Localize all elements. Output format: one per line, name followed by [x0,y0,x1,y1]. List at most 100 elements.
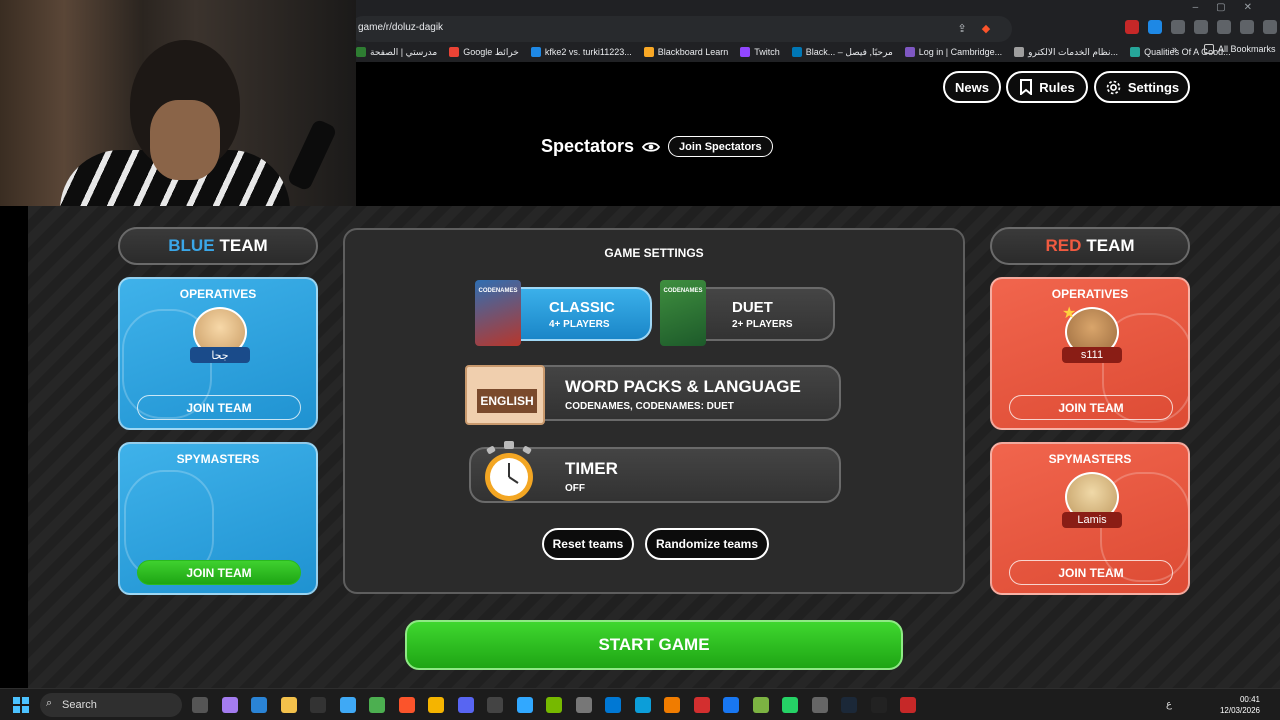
brave-icon[interactable] [398,697,415,713]
obs-icon[interactable] [487,697,503,713]
facebook-icon[interactable] [723,697,739,713]
bookmark-favicon-icon [791,47,802,57]
start-game-button[interactable]: START GAME [405,620,903,670]
bookmark-item[interactable]: kfke2 vs. turki11223... [530,47,632,57]
rules-button[interactable]: Rules [1006,71,1088,103]
acrobat-icon[interactable] [693,697,710,713]
download-icon[interactable] [1194,20,1208,34]
star-icon: ★ [1062,305,1077,322]
blue-team-color-word: BLUE [168,236,215,255]
rockstar-icon[interactable] [428,697,444,713]
bookmark-item[interactable]: نظام الخدمات الالكترو... [1014,47,1118,58]
clock-date: 12/03/2026 [1219,706,1260,715]
bookmark-label: Black... – مرحبًا, فيصل [805,46,893,57]
bookmark-favicon-icon [449,47,460,57]
extension-icon[interactable] [1125,20,1139,34]
webcam-overlay [0,0,356,206]
address-bar[interactable]: game/r/doluz-dagik ⇪ ◆ [350,16,1012,42]
bookmark-item[interactable]: Blackboard Learn [643,47,728,57]
red-team-header: RED TEAM [990,227,1190,265]
eye-icon [642,141,661,152]
red-spymasters-title: SPYMASTERS [1048,452,1132,466]
whatsapp-icon[interactable] [782,697,798,713]
steam-workshop-icon[interactable] [811,697,828,713]
brave-shield-icon[interactable]: ◆ [978,21,994,37]
minecraft-icon[interactable] [752,697,769,713]
red-spymasters-join-button[interactable]: JOIN TEAM [1009,560,1173,585]
bookmark-favicon-icon [1014,47,1025,57]
word-packs-value: CODENAMES, CODENAMES: DUET [565,401,734,412]
bookmark-item[interactable]: Log in | Cambridge... [904,47,1002,57]
epic-icon[interactable] [870,697,887,713]
all-bookmarks-label: All Bookmarks [1218,44,1276,54]
blue-spymasters-join-button[interactable]: JOIN TEAM [137,560,301,585]
news-app-icon[interactable] [900,697,916,713]
puzzle-icon[interactable] [1171,20,1185,34]
discord-icon[interactable] [457,697,474,713]
game-settings-panel: GAME SETTINGS CLASSIC 4+ PLAYERS CODENAM… [343,228,965,594]
epic-games-icon[interactable] [310,697,326,713]
all-bookmarks-button[interactable]: All Bookmarks [1204,44,1276,54]
join-label: JOIN TEAM [186,565,252,580]
bookmark-icon [1020,79,1033,95]
red-operative-name: s111 [1062,347,1122,363]
word-packs-button[interactable]: ENGLISH WORD PACKS & LANGUAGE CODENAMES,… [465,365,841,425]
join-label: JOIN TEAM [1058,400,1124,415]
blue-team-header: BLUE TEAM [118,227,318,265]
nvidia-icon[interactable] [546,697,562,713]
paint-icon[interactable] [605,697,621,713]
sidebar-icon[interactable] [1217,20,1231,34]
bookmark-item[interactable]: Twitch [740,47,780,57]
bookmark-item[interactable]: مدرستي | الصفحة [356,47,437,58]
notepad-icon[interactable] [339,697,356,713]
duet-box-art: CODENAMES [660,280,706,346]
english-badge: ENGLISH [477,389,537,413]
blue-team-word: TEAM [219,236,268,255]
edge-icon[interactable] [634,697,651,713]
clock-time: 00:41 [1239,695,1260,704]
english-sign-icon: ENGLISH [465,365,545,425]
menu-icon[interactable] [1263,20,1277,34]
timer-button[interactable]: TIMER OFF [469,441,841,503]
store-icon[interactable] [251,697,267,713]
settings-button[interactable]: Settings [1094,71,1190,103]
join-spectators-button[interactable]: Join Spectators [668,136,773,157]
spectators-label: Spectators [541,136,635,156]
bookmarks-overflow-button[interactable]: » [1172,44,1177,54]
vlc-icon[interactable] [664,697,680,713]
bookmark-favicon-icon [643,47,654,57]
bookmark-label: Twitch [754,47,780,57]
steam-icon[interactable] [841,697,857,713]
randomize-teams-button[interactable]: Randomize teams [645,528,769,560]
blue-operatives-card: OPERATIVES جحا JOIN TEAM [118,277,318,430]
red-operatives-join-button[interactable]: JOIN TEAM [1009,395,1173,420]
translate-icon[interactable] [1148,20,1162,34]
share-icon[interactable]: ⇪ [954,21,970,37]
keyboard-language[interactable]: ع [1166,699,1172,710]
chrome-icon[interactable] [369,697,385,713]
person-face [150,100,220,180]
bookmark-label: kfke2 vs. turki11223... [544,47,632,57]
taskbar-search[interactable]: ⌕ Search [40,693,182,717]
bookmark-favicon-icon [530,47,541,57]
profile-icon[interactable] [1240,20,1254,34]
red-team-word: TEAM [1086,236,1135,255]
red-operatives-card: OPERATIVES ★ s111 JOIN TEAM [990,277,1190,430]
photoshop-icon[interactable] [516,697,533,713]
copilot-icon[interactable] [221,697,238,713]
reset-teams-button[interactable]: Reset teams [542,528,634,560]
search-icon: ⌕ [46,697,53,709]
clock[interactable]: 00:41 12/03/2026 [1220,694,1260,716]
bookmark-item[interactable]: Google خرائط [449,47,519,58]
windows-start-icon[interactable] [13,697,29,713]
microphone [286,118,338,192]
window-controls[interactable]: –▢✕ [1193,2,1270,13]
news-button[interactable]: News [943,71,1001,103]
gear-icon [1106,80,1121,94]
mail-icon[interactable] [575,697,592,713]
file-explorer-icon[interactable] [280,697,297,713]
blue-operatives-join-button[interactable]: JOIN TEAM [137,395,301,420]
blue-spymasters-title: SPYMASTERS [176,452,260,466]
task-view-icon[interactable] [192,697,208,713]
bookmark-item[interactable]: Black... – مرحبًا, فيصل [791,46,893,58]
